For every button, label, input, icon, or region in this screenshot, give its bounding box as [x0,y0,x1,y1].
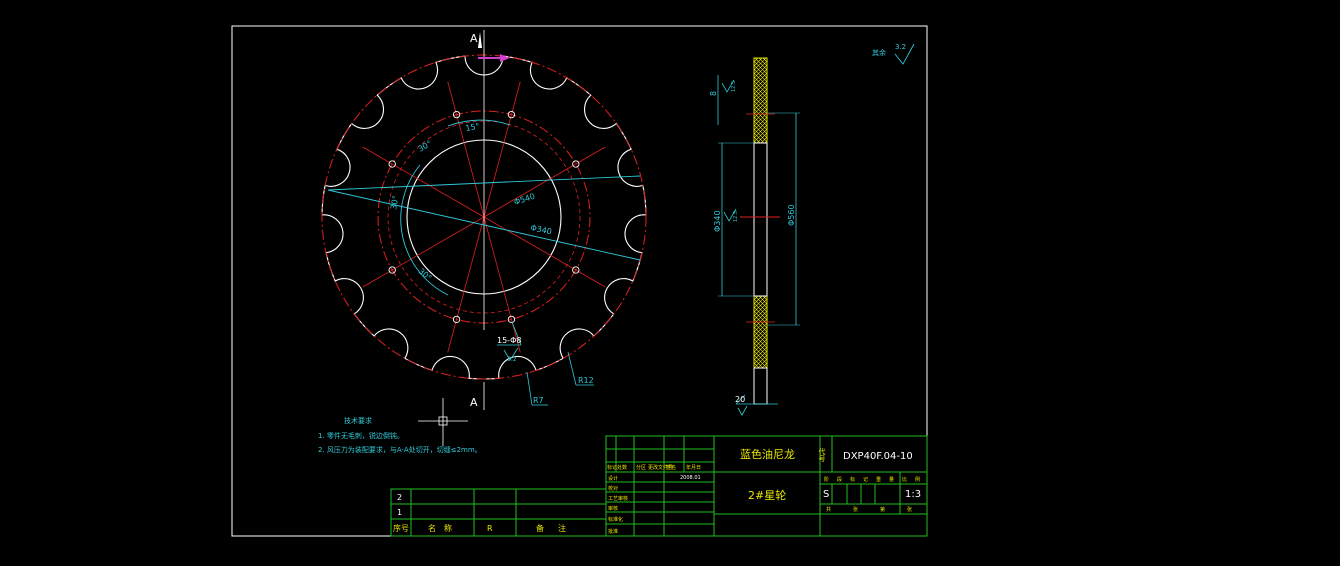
title-stage: S [823,489,829,500]
weight-label: 阶 [824,476,829,483]
weight-label: 段 [837,476,842,483]
front-view: A A 15° 30° 30° 30° Φ540 Φ340 15-Φ8 3.2 … [321,30,647,410]
title-part-name: 2#星轮 [748,488,786,502]
dim-side-outer: Φ560 [787,204,796,226]
sheet-label: 张 [853,506,858,513]
weight-label: 比 [902,476,907,483]
weight-label: 记 [863,476,868,483]
spoke-line [362,146,485,218]
dim-holes: 15-Φ8 [497,336,521,345]
parts-header-no: 序号 [393,523,409,533]
section-label-top: A [470,32,478,45]
dim-side-inner: Φ340 [713,210,722,232]
roughness-note: 其余 [872,48,886,57]
dim-arc-left: 30° [389,195,400,211]
parts-row-1: 1 [397,508,402,517]
cursor-crosshair [418,398,468,446]
spoke-line [483,216,521,353]
weight-label: 量 [889,476,894,483]
side-ra-2: 12.5 [733,211,739,222]
revision-header: 标记 [607,464,617,471]
signature-row-label: 标准化 [608,516,623,523]
parts-row-2: 2 [397,493,402,502]
signature-row-label: 校对 [608,485,618,492]
parts-header-r: R [487,524,493,533]
side-ra-1: 12.5 [731,81,737,92]
revision-headers: 标记 处数 分区 更改文件号签名 年月日 [607,464,701,471]
section-mark-arrow [500,54,510,62]
side-roughness-3 [737,405,748,416]
tech-note-1: 1. 零件无毛刺，锐边倒钝。 [318,431,404,440]
dim-arc-upper: 30° [417,139,434,154]
sheet-label: 张 [907,506,912,513]
side-bottom-stub [753,367,768,405]
tech-note-2: 2. 风压力为装配要求，与A-A处切开，切缝≤2mm。 [318,445,482,454]
weight-label: 重 [876,476,881,483]
section-arrow-top [478,32,482,48]
hole-roughness: 3.2 [507,356,517,363]
dim-r7: R7 [533,396,544,405]
sheet-label: 第 [880,506,885,513]
roughness-value: 3.2 [895,43,906,51]
dim-angle: 15° [465,122,481,133]
side-view: Φ340 Φ560 8 12.5 12.5 20 [709,57,800,416]
dim-arc-lower: 30° [417,267,434,283]
revision-header: 分区 [636,464,646,471]
revision-header: 年月日 [686,464,701,471]
sheet-label: 共 [826,506,831,513]
dim-side-top: 8 [709,91,718,96]
signature-row-label: 批准 [608,528,618,535]
spoke-line [447,216,485,353]
title-scale: 1:3 [905,489,921,500]
dim-pitch-diameter: Φ540 [513,192,536,207]
weight-scale-labels: 阶段标记重量比例 [824,476,920,483]
weight-label: 例 [915,476,920,483]
revision-header: 签名 [666,464,676,471]
hatch-pattern [753,57,768,369]
parts-header-remark: 备注 [536,523,580,533]
r7-leader [526,371,533,406]
r12-leader [567,351,577,386]
spoke-line [447,81,485,218]
dim-side-thickness: 20 [735,395,745,404]
section-label-bottom: A [470,396,478,409]
signature-row-label: 设计 [608,475,618,482]
tech-title: 技术要求 [344,416,372,425]
title-code-label: 代号 [818,447,826,463]
cad-drawing-sheet: A A 15° 30° 30° 30° Φ540 Φ340 15-Φ8 3.2 … [231,25,928,537]
signature-rows: 设计校对工艺审核审核标准化批准 [608,475,628,535]
sheet-count-labels: 共张第张 [826,506,912,513]
signature-row-label: 审核 [608,505,618,512]
signature-row-label: 工艺审核 [608,495,628,502]
parts-header-name: 名称 [428,523,460,533]
side-body [753,142,768,297]
title-material: 蓝色油尼龙 [740,447,795,461]
weight-label: 标 [850,476,855,483]
title-drawing-no: DXP40F.04-10 [843,451,913,462]
title-date: 2008.01 [680,475,701,481]
revision-header: 处数 [617,464,627,471]
dim-bore-diameter: Φ340 [530,223,553,236]
dim-r12: R12 [578,376,594,385]
